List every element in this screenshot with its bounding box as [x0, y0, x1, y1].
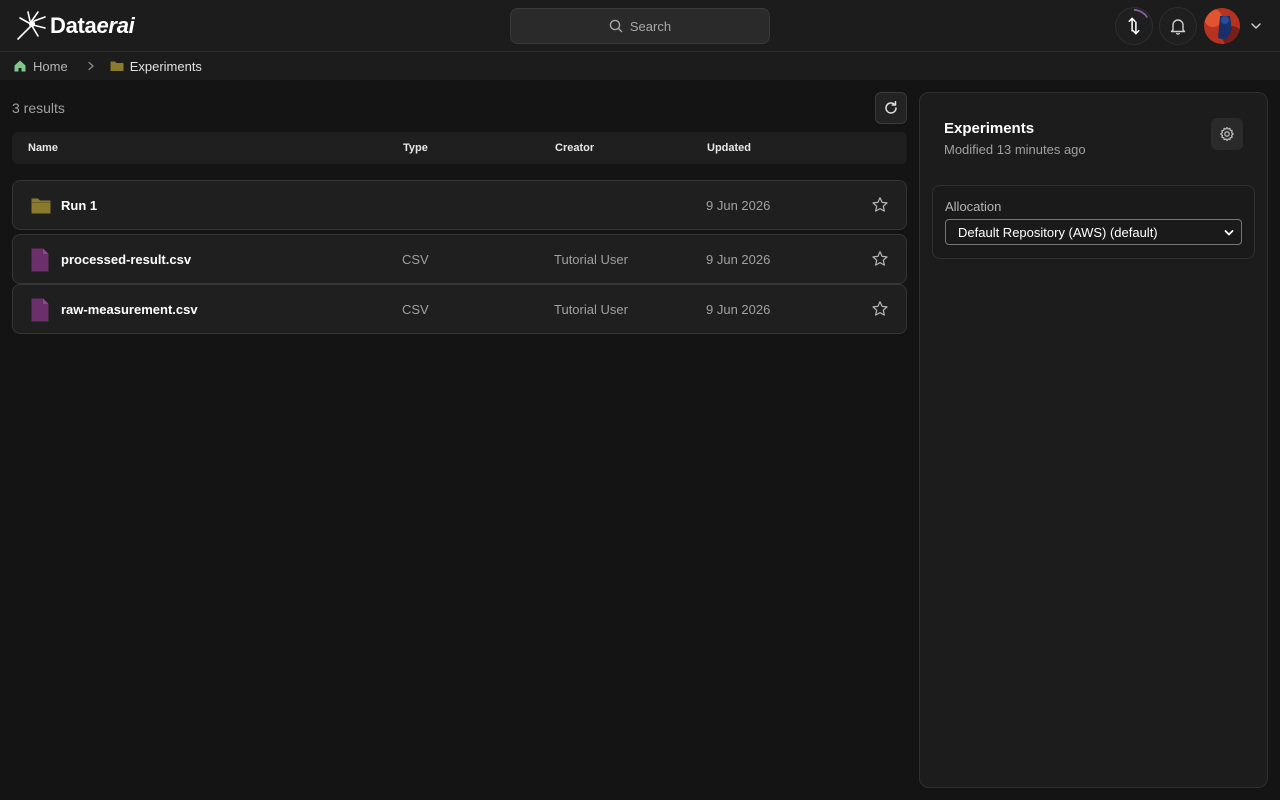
row-creator: Tutorial User: [554, 302, 628, 317]
allocation-section: Allocation Default Repository (AWS) (def…: [932, 185, 1255, 259]
sparkle-burst-icon: [17, 11, 46, 40]
results-count: 3 results: [12, 100, 65, 116]
chevron-down-icon: [1224, 230, 1234, 236]
row-updated: 9 Jun 2026: [706, 252, 771, 267]
panel-title: Experiments: [944, 120, 1035, 137]
search-placeholder: Search: [629, 18, 672, 34]
folder-icon: [110, 61, 124, 71]
breadcrumb-current-label: Experiments: [129, 58, 202, 74]
row-type: CSV: [402, 252, 429, 267]
logo-text: Dataerai: [50, 13, 135, 38]
search-box[interactable]: Search: [510, 8, 770, 44]
table-header: Name Type Creator Updated: [12, 132, 907, 164]
breadcrumb: Home Experiments: [0, 52, 1280, 80]
row-creator: Tutorial User: [554, 252, 628, 267]
file-icon: [31, 298, 49, 322]
row-name[interactable]: raw-measurement.csv: [61, 302, 198, 317]
table-row[interactable]: Run 1 9 Jun 2026: [12, 180, 907, 230]
column-header-name[interactable]: Name: [28, 142, 58, 154]
refresh-icon: [885, 101, 897, 114]
allocation-select[interactable]: Default Repository (AWS) (default): [945, 219, 1242, 245]
chevron-down-icon[interactable]: [1249, 19, 1263, 33]
row-name[interactable]: Run 1: [61, 198, 97, 213]
user-avatar[interactable]: [1204, 8, 1240, 44]
search-icon: [609, 19, 623, 33]
panel-modified: Modified 13 minutes ago: [944, 142, 1086, 157]
breadcrumb-home-label: Home: [33, 58, 68, 74]
star-icon[interactable]: [871, 196, 889, 214]
star-icon[interactable]: [871, 250, 889, 268]
allocation-label: Allocation: [945, 199, 1002, 214]
breadcrumb-home[interactable]: Home: [13, 59, 68, 74]
table-row[interactable]: raw-measurement.csv CSV Tutorial User 9 …: [12, 284, 907, 334]
allocation-value: Default Repository (AWS) (default): [958, 224, 1158, 240]
bell-icon: [1170, 19, 1186, 35]
row-type: CSV: [402, 302, 429, 317]
home-icon: [14, 60, 26, 72]
gear-icon: [1220, 126, 1234, 142]
star-icon[interactable]: [871, 300, 889, 318]
sync-button[interactable]: [1115, 7, 1153, 45]
column-header-type[interactable]: Type: [403, 142, 428, 154]
top-bar: Dataerai Search: [0, 0, 1280, 52]
row-updated: 9 Jun 2026: [706, 198, 771, 213]
notifications-button[interactable]: [1159, 7, 1197, 45]
settings-button[interactable]: [1211, 118, 1243, 150]
app-logo[interactable]: Dataerai: [14, 9, 135, 43]
row-updated: 9 Jun 2026: [706, 302, 771, 317]
table-row[interactable]: processed-result.csv CSV Tutorial User 9…: [12, 234, 907, 284]
avatar-image: [1204, 8, 1240, 44]
details-panel: Experiments Modified 13 minutes ago Allo…: [919, 92, 1268, 788]
file-icon: [31, 248, 49, 272]
breadcrumb-current[interactable]: Experiments: [110, 59, 202, 74]
column-header-updated[interactable]: Updated: [707, 142, 751, 154]
column-header-creator[interactable]: Creator: [555, 142, 594, 154]
folder-icon: [31, 198, 51, 214]
row-name[interactable]: processed-result.csv: [61, 252, 191, 267]
refresh-button[interactable]: [875, 92, 907, 124]
chevron-right-icon: [86, 61, 96, 71]
sync-icon: [1128, 8, 1149, 35]
